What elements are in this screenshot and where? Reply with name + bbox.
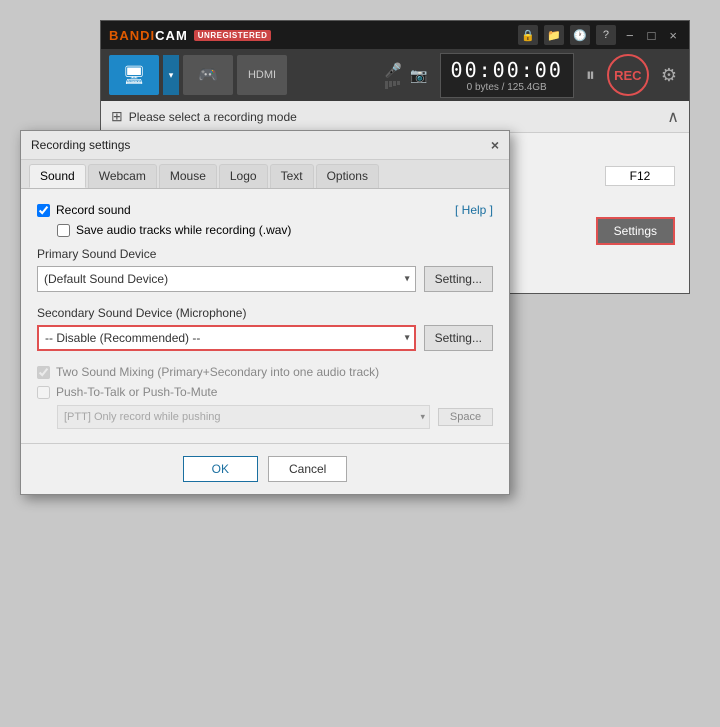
recording-settings-dialog: Recording settings × Sound Webcam Mouse … <box>20 130 510 495</box>
device-record-button[interactable]: HDMI <box>237 55 287 95</box>
settings-wheel-icon[interactable]: ⚙ <box>657 61 681 90</box>
timer-value: 00:00:00 <box>451 58 563 82</box>
vol-bar-3 <box>393 81 396 86</box>
tab-options[interactable]: Options <box>316 164 379 188</box>
tab-sound[interactable]: Sound <box>29 164 86 188</box>
vol-bar-1 <box>385 81 388 89</box>
primary-setting-button[interactable]: Setting... <box>424 266 493 292</box>
help-link[interactable]: [ Help ] <box>455 203 493 217</box>
dialog-options: Two Sound Mixing (Primary+Secondary into… <box>37 365 493 429</box>
dialog-tabs: Sound Webcam Mouse Logo Text Options <box>21 160 509 189</box>
record-sound-row: Record sound [ Help ] <box>37 203 493 217</box>
main-settings-button[interactable]: Settings <box>596 217 675 245</box>
record-sound-checkbox[interactable] <box>37 204 50 217</box>
tab-logo[interactable]: Logo <box>219 164 268 188</box>
secondary-setting-button[interactable]: Setting... <box>424 325 493 351</box>
lock-icon[interactable]: 🔒 <box>518 25 538 45</box>
titlebar-icons: 🔒 📁 🕐 ? − □ × <box>518 25 681 45</box>
primary-device-select[interactable]: (Default Sound Device) <box>37 266 416 292</box>
maximize-button[interactable]: □ <box>644 28 660 43</box>
record-sound-label: Record sound <box>56 203 131 217</box>
dialog-title: Recording settings <box>31 138 130 152</box>
timer-display: 00:00:00 0 bytes / 125.4GB <box>440 53 574 98</box>
record-mode-text: Please select a recording mode <box>129 110 297 124</box>
ok-button[interactable]: OK <box>183 456 258 482</box>
tab-text[interactable]: Text <box>270 164 314 188</box>
hdmi-icon: HDMI <box>248 69 276 81</box>
secondary-device-row: -- Disable (Recommended) -- Setting... <box>37 325 493 351</box>
tab-webcam[interactable]: Webcam <box>88 164 157 188</box>
dialog-footer: OK Cancel <box>21 443 509 494</box>
help-icon[interactable]: ? <box>596 25 616 45</box>
secondary-device-select-wrapper: -- Disable (Recommended) -- <box>37 325 416 351</box>
save-audio-row: Save audio tracks while recording (.wav) <box>37 223 493 237</box>
grid-icon: ⊞ <box>111 108 123 125</box>
rec-button[interactable]: REC <box>607 54 649 96</box>
secondary-device-select[interactable]: -- Disable (Recommended) -- <box>37 325 416 351</box>
pause-button[interactable]: ⏸ <box>582 61 599 90</box>
timer-section: 🎤 📷 00:00:00 0 bytes / 125.4GB ⏸ REC ⚙ <box>385 53 681 98</box>
two-sound-label: Two Sound Mixing (Primary+Secondary into… <box>56 365 379 379</box>
volume-bars <box>385 81 402 89</box>
dialog-close-button[interactable]: × <box>491 137 499 153</box>
storage-value: 0 bytes / 125.4GB <box>451 82 563 93</box>
game-record-button[interactable]: 🎮 <box>183 55 233 95</box>
webcam-icon[interactable]: 📷 <box>410 67 427 84</box>
primary-device-section-label: Primary Sound Device <box>37 247 493 261</box>
secondary-device-section-label: Secondary Sound Device (Microphone) <box>37 306 493 320</box>
vol-bar-2 <box>389 81 392 87</box>
ptt-select-wrapper: [PTT] Only record while pushing <box>57 405 430 429</box>
vol-bar-4 <box>397 81 400 85</box>
unregistered-badge: UNREGISTERED <box>194 30 272 41</box>
save-audio-label: Save audio tracks while recording (.wav) <box>76 223 291 237</box>
main-toolbar: 🖥 ▾ 🎮 HDMI 🎤 📷 00:00: <box>101 49 689 101</box>
hotkey-value-1: F12 <box>605 166 675 186</box>
primary-device-select-wrapper: (Default Sound Device) <box>37 266 416 292</box>
collapse-button[interactable]: ∧ <box>667 107 679 127</box>
primary-device-row: (Default Sound Device) Setting... <box>37 266 493 292</box>
push-to-talk-row: Push-To-Talk or Push-To-Mute <box>37 385 493 399</box>
push-to-talk-label: Push-To-Talk or Push-To-Mute <box>56 385 217 399</box>
titlebar: BANDICAM UNREGISTERED 🔒 📁 🕐 ? − □ × <box>101 21 689 49</box>
push-to-talk-checkbox <box>37 386 50 399</box>
ptt-mode-select: [PTT] Only record while pushing <box>57 405 430 429</box>
ptt-key-display: Space <box>438 408 493 426</box>
close-button[interactable]: × <box>665 28 681 43</box>
minimize-button[interactable]: − <box>622 28 638 43</box>
two-sound-row: Two Sound Mixing (Primary+Secondary into… <box>37 365 493 379</box>
tab-mouse[interactable]: Mouse <box>159 164 217 188</box>
dialog-titlebar: Recording settings × <box>21 131 509 160</box>
screen-icon: 🖥 <box>123 65 146 86</box>
record-mode-bar: ⊞ Please select a recording mode ∧ <box>101 101 689 133</box>
ptt-options-row: [PTT] Only record while pushing Space <box>57 405 493 429</box>
microphone-volume: 🎤 <box>385 62 402 89</box>
dialog-body: Record sound [ Help ] Save audio tracks … <box>21 189 509 443</box>
mode-dropdown-button[interactable]: ▾ <box>163 55 179 95</box>
two-sound-checkbox <box>37 366 50 379</box>
save-audio-checkbox[interactable] <box>57 224 70 237</box>
cancel-button[interactable]: Cancel <box>268 456 347 482</box>
clock-icon[interactable]: 🕐 <box>570 25 590 45</box>
mic-icon: 🎤 <box>385 62 402 79</box>
app-logo: BANDICAM <box>109 28 188 43</box>
folder-icon[interactable]: 📁 <box>544 25 564 45</box>
screen-record-button[interactable]: 🖥 <box>109 55 159 95</box>
gamepad-icon: 🎮 <box>198 65 218 85</box>
